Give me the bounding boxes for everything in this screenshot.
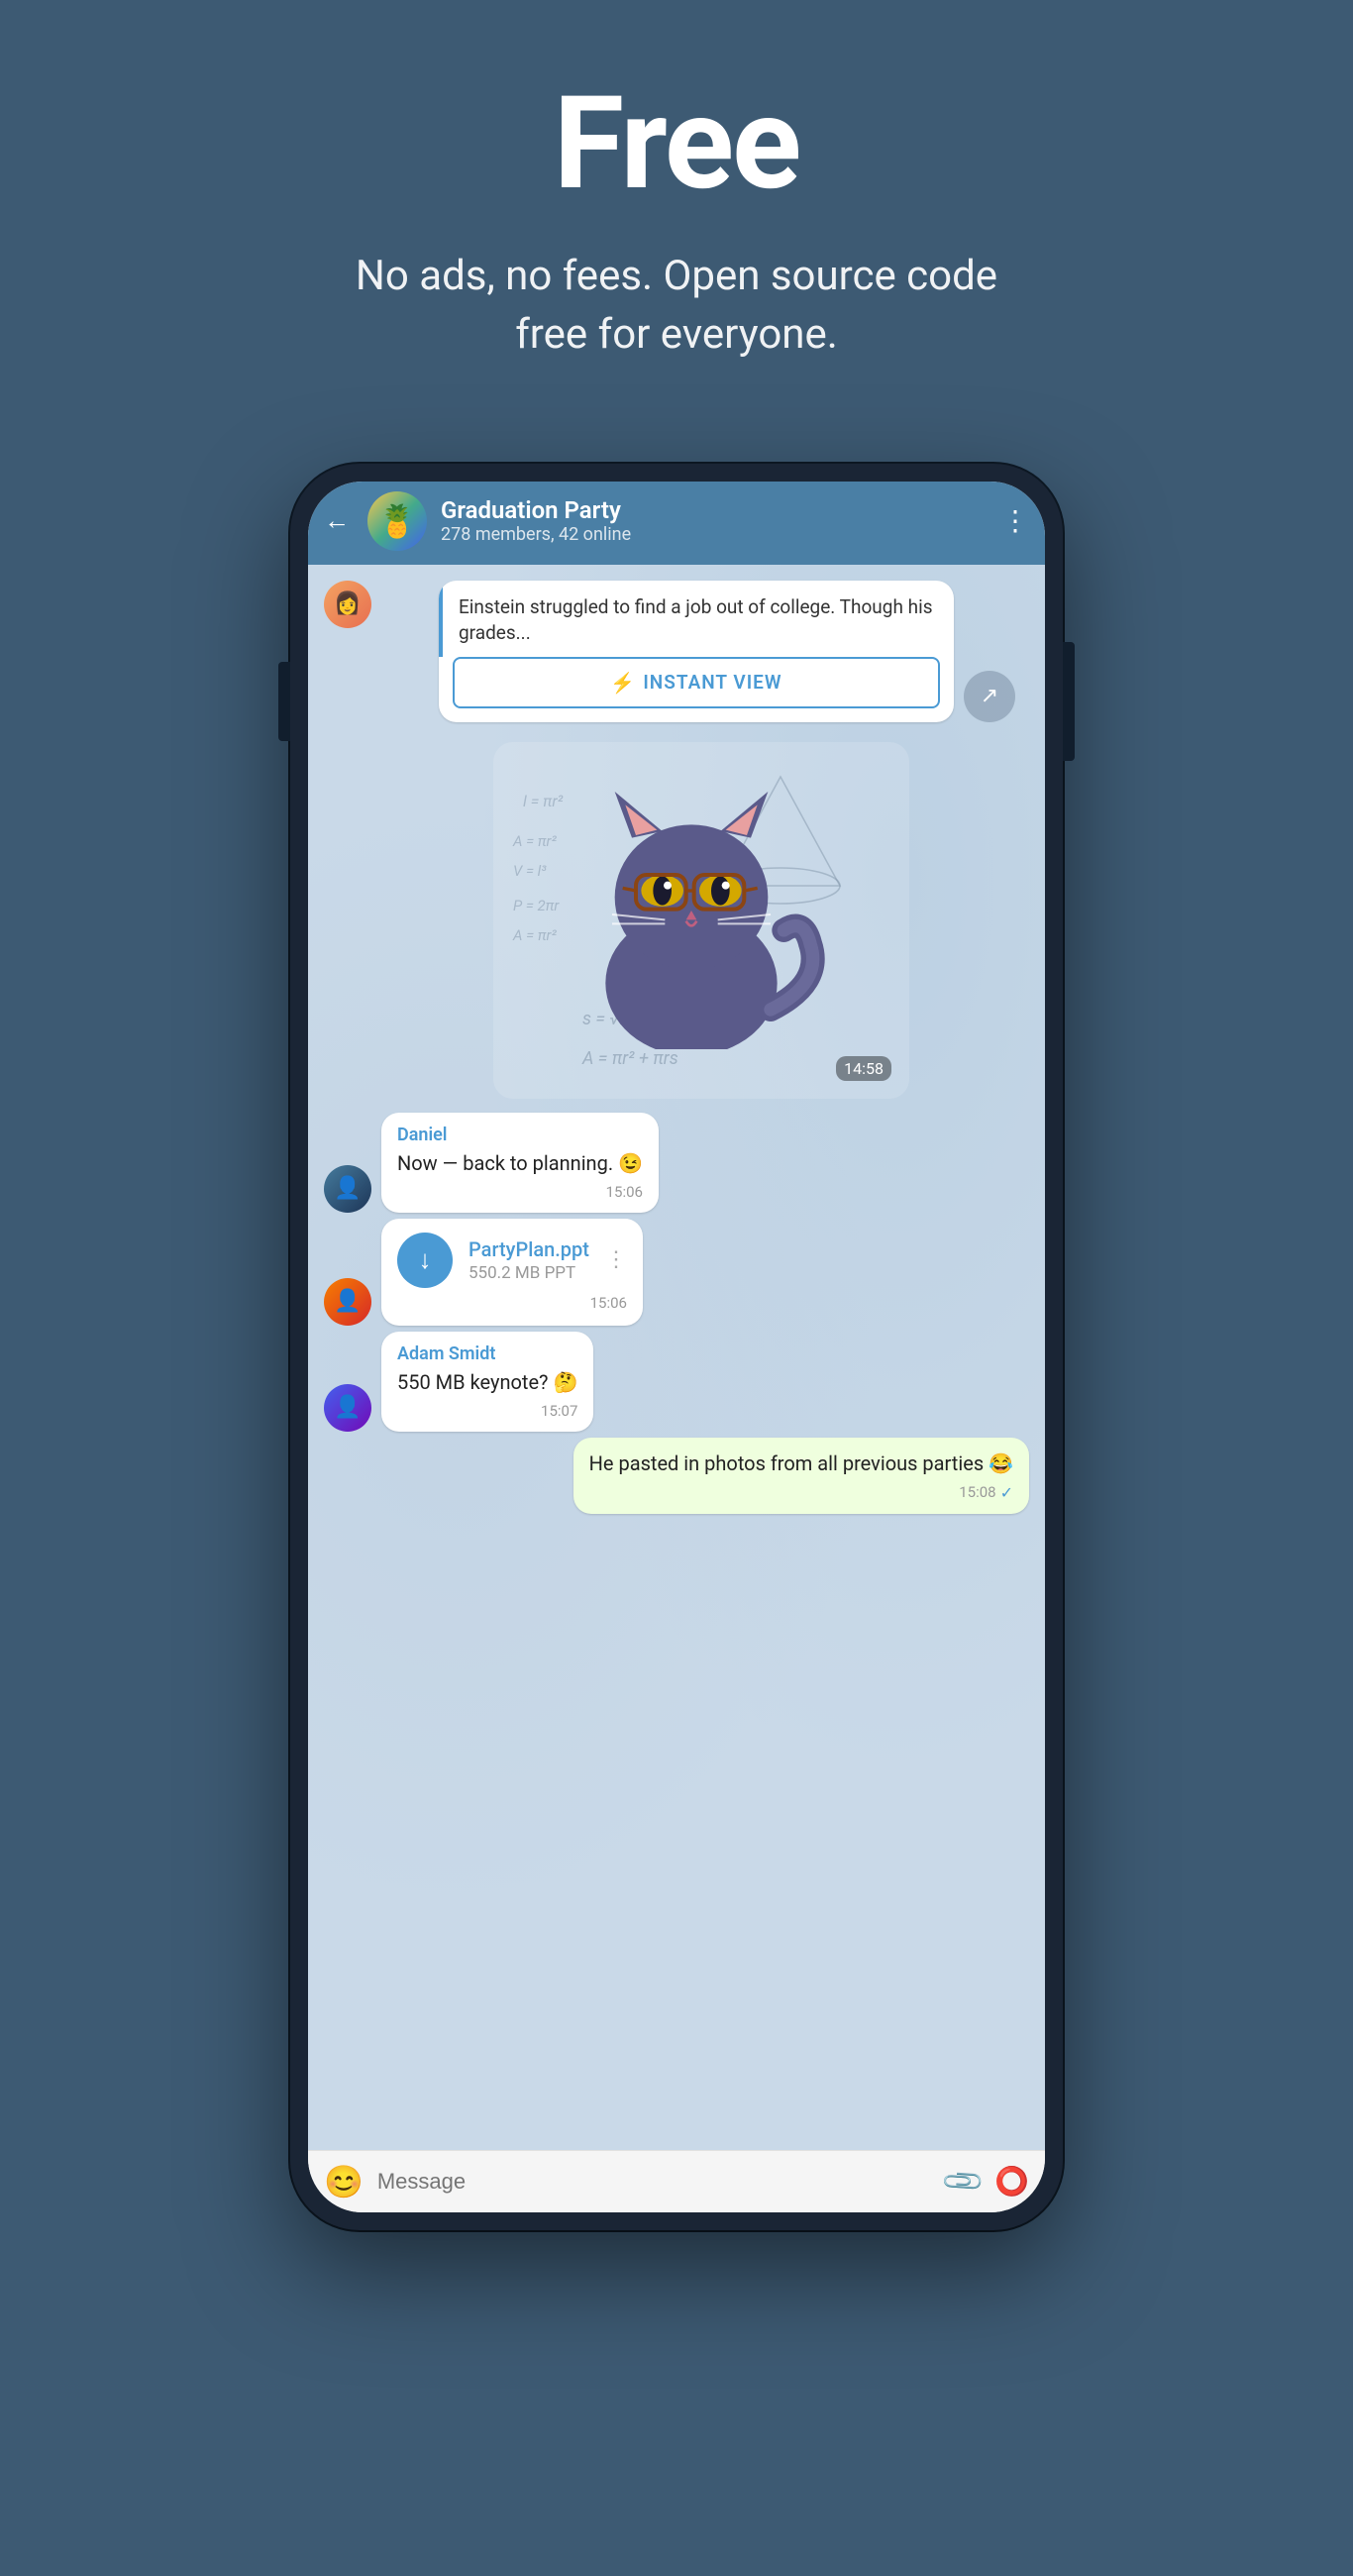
message-row: 👤 ↓ PartyPlan.ppt 550.2 MB PPT ⋮ <box>324 1219 1029 1326</box>
chat-menu-button[interactable]: ⋮ <box>1001 504 1029 537</box>
chat-name: Graduation Party <box>441 496 988 524</box>
article-bubble: Einstein struggled to find a job out of … <box>439 581 954 722</box>
avatar-icon: 👤 <box>334 1395 361 1420</box>
message-text: 550 MB keynote? 🤔 <box>397 1368 577 1396</box>
message-bubble: Adam Smidt 550 MB keynote? 🤔 15:07 <box>381 1332 593 1432</box>
attach-button[interactable]: 📎 <box>940 2158 988 2205</box>
cat-sticker <box>553 772 850 1069</box>
message-text: He pasted in photos from all previous pa… <box>589 1449 1013 1477</box>
message-time: 15:07 <box>397 1402 577 1420</box>
hero-section: Free No ads, no fees. Open source code f… <box>0 0 1353 424</box>
chat-avatar: 🍍 <box>367 491 427 551</box>
message-row: 👤 Adam Smidt 550 MB keynote? 🤔 15:07 <box>324 1332 1029 1432</box>
message-time: 15:06 <box>397 1183 643 1201</box>
file-bubble: ↓ PartyPlan.ppt 550.2 MB PPT ⋮ 15:06 <box>381 1219 643 1326</box>
avatar: 👤 <box>324 1384 371 1432</box>
file-row: ↓ PartyPlan.ppt 550.2 MB PPT ⋮ <box>397 1233 627 1288</box>
hero-subtitle: No ads, no fees. Open source code free f… <box>330 248 1023 365</box>
file-info: PartyPlan.ppt 550.2 MB PPT <box>468 1237 589 1283</box>
chat-info: Graduation Party 278 members, 42 online <box>441 496 988 545</box>
chat-body: 👩 Einstein struggled to find a job out o… <box>308 565 1045 2150</box>
camera-icon: ⭕ <box>994 2165 1029 2198</box>
download-button[interactable]: ↓ <box>397 1233 453 1288</box>
avatar: 👤 <box>324 1165 371 1213</box>
emoji-icon: 😊 <box>324 2163 364 2200</box>
hero-title: Free <box>40 79 1313 208</box>
forward-icon: ↗ <box>981 684 998 708</box>
message-input[interactable] <box>377 2169 932 2195</box>
file-size: 550.2 MB PPT <box>468 1263 589 1283</box>
emoji-button[interactable]: 😊 <box>324 2163 364 2200</box>
chat-status: 278 members, 42 online <box>441 524 988 545</box>
phone-mockup: ← 🍍 Graduation Party 278 members, 42 onl… <box>290 464 1063 2230</box>
svg-text:A = πr²: A = πr² <box>512 926 557 944</box>
sticker-container: l = πr² A = πr² V = l³ P = 2πr A = πr² <box>493 742 909 1099</box>
avatar-icon: 👤 <box>334 1176 361 1201</box>
file-name: PartyPlan.ppt <box>468 1237 589 1261</box>
message-sender: Adam Smidt <box>397 1343 577 1364</box>
chat-avatar-icon: 🍍 <box>377 502 417 540</box>
camera-button[interactable]: ⭕ <box>994 2165 1029 2198</box>
chat-header: ← 🍍 Graduation Party 278 members, 42 onl… <box>308 482 1045 565</box>
message-time: 15:08 ✓ <box>589 1483 1013 1502</box>
phone-outer: ← 🍍 Graduation Party 278 members, 42 onl… <box>290 464 1063 2230</box>
chat-input-bar: 😊 📎 ⭕ <box>308 2150 1045 2212</box>
back-button[interactable]: ← <box>324 505 350 536</box>
sticker-row: l = πr² A = πr² V = l³ P = 2πr A = πr² <box>373 742 1029 1099</box>
avatar: 👤 <box>324 1278 371 1326</box>
article-preview: Einstein struggled to find a job out of … <box>459 595 933 645</box>
message-time: 15:06 <box>397 1294 627 1312</box>
own-message-bubble: He pasted in photos from all previous pa… <box>573 1438 1029 1514</box>
svg-text:V = l³: V = l³ <box>513 862 547 880</box>
forward-button[interactable]: ↗ <box>964 671 1015 722</box>
message-sender: Daniel <box>397 1125 643 1145</box>
read-receipt-icon: ✓ <box>1000 1483 1013 1502</box>
message-row: 👩 Einstein struggled to find a job out o… <box>324 581 1029 722</box>
own-message-row: He pasted in photos from all previous pa… <box>324 1438 1029 1514</box>
phone-inner: ← 🍍 Graduation Party 278 members, 42 onl… <box>308 482 1045 2212</box>
avatar-icon: 👤 <box>334 1289 361 1314</box>
download-icon: ↓ <box>419 1244 432 1275</box>
instant-view-button[interactable]: ⚡ INSTANT VIEW <box>453 657 940 708</box>
file-menu-button[interactable]: ⋮ <box>605 1247 627 1272</box>
message-text: Now — back to planning. 😉 <box>397 1149 643 1177</box>
instant-view-icon: ⚡ <box>610 671 635 695</box>
instant-view-label: INSTANT VIEW <box>643 671 781 694</box>
attach-icon: 📎 <box>940 2158 988 2205</box>
message-row: 👤 Daniel Now — back to planning. 😉 15:06 <box>324 1113 1029 1213</box>
svg-text:A = πr²: A = πr² <box>512 832 557 850</box>
avatar: 👩 <box>324 581 371 628</box>
avatar-icon: 👩 <box>334 591 361 616</box>
message-bubble: Daniel Now — back to planning. 😉 15:06 <box>381 1113 659 1213</box>
article-text: Einstein struggled to find a job out of … <box>439 581 954 657</box>
